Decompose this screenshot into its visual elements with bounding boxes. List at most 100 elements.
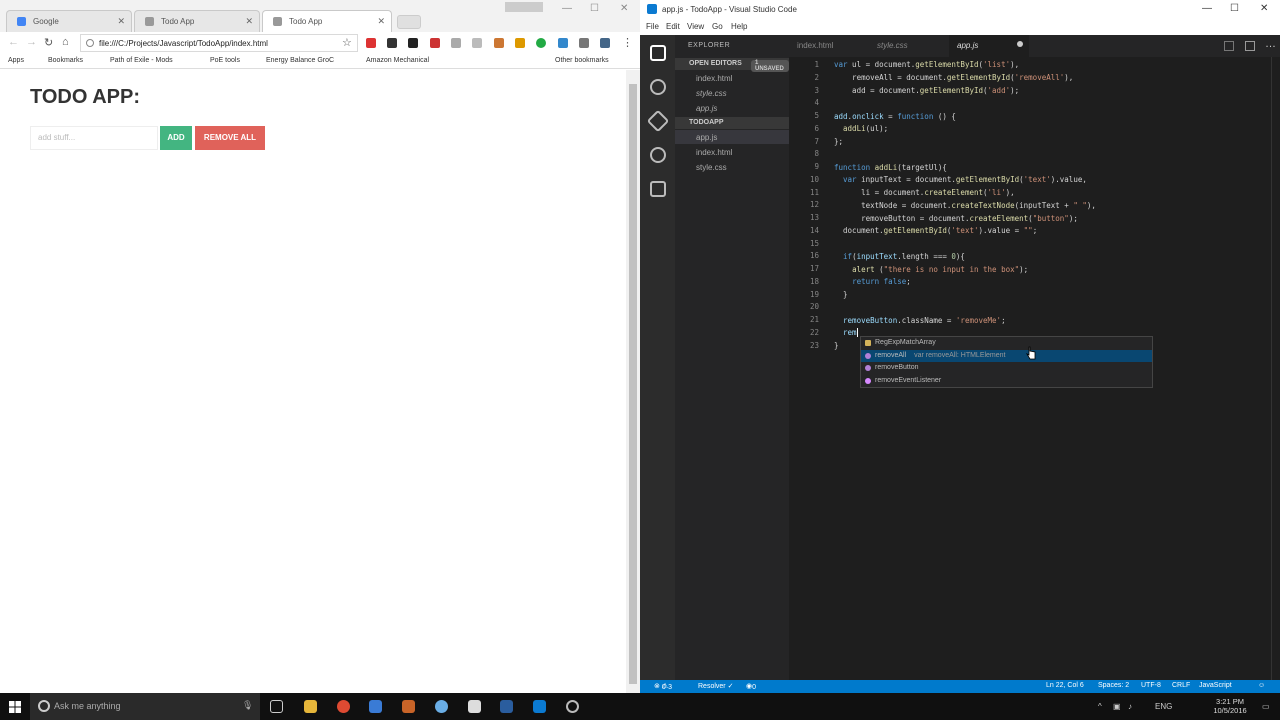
editor-scrollbar[interactable] [1271,57,1280,680]
suggestion-item[interactable]: removeEventListener [861,375,1152,388]
extension-icon[interactable] [536,38,546,48]
minimize-icon[interactable]: — [1202,3,1212,14]
extension-icon[interactable] [494,38,504,48]
tab-style-css[interactable]: style.css [869,35,947,57]
reload-icon[interactable]: ↻ [44,36,53,49]
close-window-icon[interactable]: ✕ [1260,3,1268,14]
cursor-position[interactable]: Ln 22, Col 6 [1046,682,1084,689]
vscode-taskbar-icon[interactable] [533,700,546,713]
app-icon[interactable] [435,700,448,713]
extension-icon[interactable] [600,38,610,48]
input-language[interactable]: ENG [1155,702,1172,711]
extension-icon[interactable] [515,38,525,48]
search-icon[interactable] [650,79,666,95]
menu-file[interactable]: File [646,22,659,31]
resolver-status[interactable]: Resolver ✓ [698,682,733,690]
bookmark-path-of-exile[interactable]: Path of Exile - Mods [110,57,173,64]
close-icon[interactable]: ✕ [117,16,125,27]
app-icon[interactable] [369,700,382,713]
source-control-icon[interactable] [646,109,670,133]
forward-arrow-icon[interactable]: → [26,36,37,48]
open-editor-app-js[interactable]: app.js [675,101,789,115]
extension-icon[interactable] [408,38,418,48]
adblock-extension-icon[interactable] [366,38,376,48]
file-app-js[interactable]: app.js [675,130,789,144]
microphone-icon[interactable]: 🎙︎ [242,700,253,711]
code-editor[interactable]: 1 2 3 4 5 6 7 8 9 10 11 12 13 14 15 16 17 18 19 20 21 22 23 va… [789,57,1280,680]
extension-icon[interactable] [451,38,461,48]
bookmark-star-icon[interactable]: ☆ [342,36,352,49]
back-arrow-icon[interactable]: ← [8,36,19,48]
suggestion-item[interactable]: removeButton [861,362,1152,375]
project-section[interactable]: TODOAPP [675,117,789,129]
notepad-icon[interactable] [468,700,481,713]
bookmark-bookmarks[interactable]: Bookmarks [48,57,83,64]
bookmark-poe-tools[interactable]: PoE tools [210,57,240,64]
menu-kebab-icon[interactable]: ⋮ [622,36,633,49]
task-view-icon[interactable] [270,700,283,713]
app-icon[interactable] [500,700,513,713]
open-editor-index-html[interactable]: index.html [675,71,789,85]
compare-icon[interactable] [1224,41,1234,51]
todo-input[interactable]: add stuff... [30,126,158,150]
remove-all-button[interactable]: REMOVE ALL [195,126,265,150]
extension-icon[interactable] [472,38,482,48]
page-scrollbar[interactable] [626,70,640,693]
network-icon[interactable]: ▣ [1113,702,1121,711]
menu-view[interactable]: View [687,22,704,31]
notifications-icon[interactable]: ▭ [1262,702,1270,711]
bookmark-apps[interactable]: Apps [8,57,24,64]
browser-tab-google[interactable]: Google ✕ [6,10,132,32]
language-mode[interactable]: JavaScript [1199,682,1232,689]
file-index-html[interactable]: index.html [675,145,789,159]
file-explorer-icon[interactable] [304,700,317,713]
clock[interactable]: 3:21 PM 10/5/2016 [1205,697,1255,715]
browser-tab-todo-1[interactable]: Todo App ✕ [134,10,260,32]
suggestion-item[interactable]: RegExpMatchArray [861,337,1152,350]
menu-help[interactable]: Help [731,22,747,31]
chrome-icon[interactable] [337,700,350,713]
line-ending[interactable]: CRLF [1172,682,1190,689]
minimize-icon[interactable]: — [562,3,572,14]
extension-icon[interactable] [430,38,440,48]
explorer-icon[interactable] [650,45,666,61]
bookmark-amazon-mechanical[interactable]: Amazon Mechanical [366,57,429,64]
suggestion-item-selected[interactable]: removeAll var removeAll: HTMLElement [861,349,1152,362]
indentation[interactable]: Spaces: 2 [1098,682,1129,689]
menu-edit[interactable]: Edit [666,22,680,31]
new-tab-button[interactable] [397,15,421,29]
app-icon[interactable] [402,700,415,713]
add-button[interactable]: ADD [160,126,192,150]
bookmark-other[interactable]: Other bookmarks [555,57,609,64]
scrollbar-thumb[interactable] [629,84,637,684]
open-editor-style-css[interactable]: style.css [675,86,789,100]
split-editor-icon[interactable] [1245,41,1255,51]
address-bar[interactable]: file:///C:/Projects/Javascript/TodoApp/i… [80,34,358,52]
open-editors-section[interactable]: OPEN EDITORS 1 UNSAVED [675,58,789,72]
tab-index-html[interactable]: index.html [789,35,867,57]
extensions-icon[interactable] [650,181,666,197]
file-style-css[interactable]: style.css [675,160,789,174]
menu-go[interactable]: Go [712,22,723,31]
app-icon[interactable] [566,700,579,713]
show-hidden-icons[interactable]: ^ [1098,702,1102,711]
extension-icon[interactable] [579,38,589,48]
maximize-icon[interactable]: ☐ [590,3,599,14]
more-actions-icon[interactable]: … [1265,38,1276,50]
windows-start-icon[interactable] [9,701,21,713]
page-info-icon[interactable] [86,39,94,47]
feedback-icon[interactable]: ☺ [1258,682,1265,689]
close-icon[interactable]: ✕ [245,16,253,27]
home-icon[interactable]: ⌂ [62,36,69,48]
debug-icon[interactable] [650,147,666,163]
problems-indicator[interactable]: ⊗ 0 ⚠ 3 [654,682,672,691]
encoding[interactable]: UTF-8 [1141,682,1161,689]
extension-icon[interactable] [558,38,568,48]
volume-icon[interactable]: ♪ [1128,702,1132,711]
maximize-icon[interactable]: ☐ [1230,3,1239,14]
browser-tab-todo-2[interactable]: Todo App ✕ [262,10,392,32]
cortana-search-box[interactable]: Ask me anything 🎙︎ [30,693,260,720]
extension-icon[interactable] [387,38,397,48]
close-window-icon[interactable]: ✕ [620,3,628,14]
info-indicator[interactable]: ◉ 0 [746,682,756,691]
